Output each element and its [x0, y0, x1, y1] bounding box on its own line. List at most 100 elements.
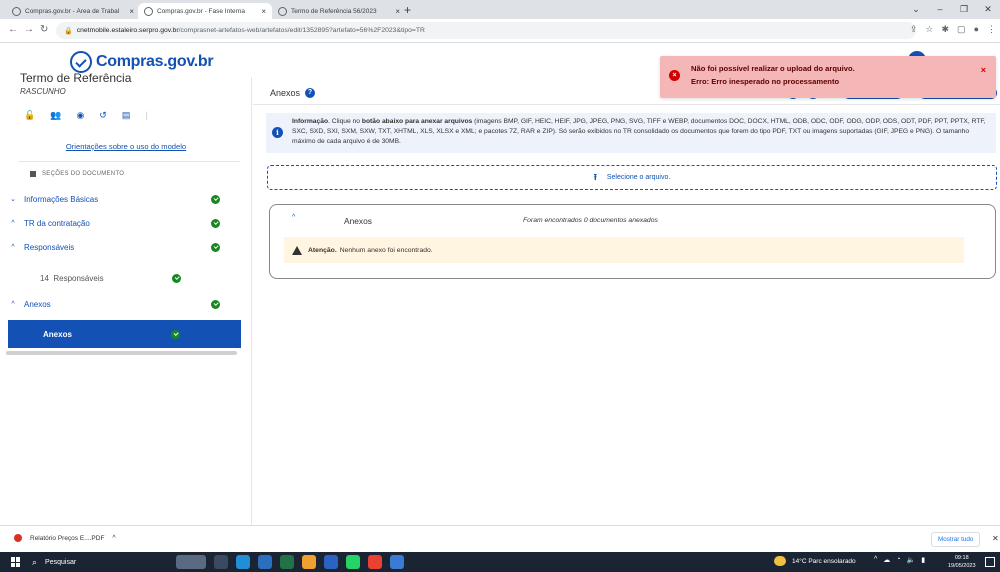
cloud-icon[interactable]: ☁	[883, 556, 890, 564]
attachments-title: Anexos	[344, 216, 372, 226]
minimize-icon[interactable]: –	[928, 0, 952, 19]
page-title: Anexos ?	[270, 88, 316, 98]
file-upload-dropzone[interactable]: ⭱ Selecione o arquivo.	[267, 165, 997, 190]
sidebar-item-anexos[interactable]: ^ Anexos	[0, 297, 240, 311]
bookmark-star-icon[interactable]: ☆	[925, 24, 933, 35]
whatsapp-icon[interactable]	[346, 555, 360, 569]
back-icon[interactable]: ←	[8, 24, 18, 35]
pdf-file-icon	[14, 534, 22, 542]
sidebar-item-responsaveis[interactable]: ^ Responsáveis	[0, 240, 240, 254]
attachments-panel: ^ Anexos Foram encontrados 0 documentos …	[269, 204, 996, 279]
address-bar: ← → ↻ 🔒 cnetmobile.estaleiro.serpro.gov.…	[0, 19, 1000, 43]
info-label: Informação	[292, 118, 329, 125]
help-icon[interactable]: ?	[305, 88, 316, 98]
close-tab-icon[interactable]: ×	[395, 7, 400, 16]
lock-icon: 🔒	[64, 27, 73, 35]
document-status: RASCUNHO	[20, 87, 66, 96]
close-tab-icon[interactable]: ×	[129, 7, 134, 16]
close-tab-icon[interactable]: ×	[261, 7, 266, 16]
site-logo[interactable]: Compras.gov.br	[70, 51, 214, 73]
lock-icon[interactable]: 🔓	[24, 110, 35, 121]
document-icon[interactable]	[390, 555, 404, 569]
sidebar-item-label: Informações Básicas	[24, 194, 99, 204]
show-all-button[interactable]: Mostrar tudo	[931, 532, 981, 547]
search-icon: ⌕	[32, 556, 38, 567]
weather-widget[interactable]: 14°C Parc ensolarado	[774, 556, 856, 566]
chevron-up-icon[interactable]: ^	[112, 535, 115, 542]
forward-icon[interactable]: →	[24, 24, 34, 35]
sidebar-scrollbar[interactable]	[6, 351, 237, 355]
network-icon[interactable]: ◔	[896, 556, 900, 564]
users-icon[interactable]: 👥	[50, 110, 61, 121]
sidebar-item-label: Responsáveis	[24, 242, 75, 252]
windows-start-icon[interactable]	[11, 557, 21, 567]
eye-icon[interactable]: ◉	[76, 110, 84, 121]
close-icon[interactable]: ×	[981, 65, 986, 75]
tab-search-icon[interactable]: ⌄	[904, 0, 928, 19]
url-input[interactable]: 🔒 cnetmobile.estaleiro.serpro.gov.br /co…	[56, 22, 916, 39]
volume-icon[interactable]: 🔈	[907, 556, 916, 564]
file-icon[interactable]: ▤	[122, 110, 131, 121]
guide-link[interactable]: Orientações sobre o uso do modelo	[0, 142, 252, 151]
history-icon[interactable]: ↺	[99, 110, 107, 121]
browser-tab-active[interactable]: Compras.gov.br - Fase Interna ×	[138, 3, 272, 19]
tab-title: Termo de Referência 56/2023	[291, 7, 377, 15]
sidebar-item-tr-contratacao[interactable]: ^ TR da contratação	[0, 216, 240, 230]
taskbar-clock[interactable]: 09:18 19/05/2023	[948, 554, 976, 570]
info-bold-text: botão abaixo para anexar arquivos	[361, 118, 473, 125]
attachments-count: Foram encontrados 0 documentos anexados	[523, 217, 658, 224]
restore-icon[interactable]: ❐	[952, 0, 976, 19]
taskbar-search[interactable]: ⌕ Pesquisar	[32, 552, 172, 572]
browser-tab[interactable]: Compras.gov.br - Área de Trabal ×	[6, 3, 140, 19]
menu-icon[interactable]: ⋮	[987, 24, 996, 35]
clock-date: 19/05/2023	[948, 563, 976, 569]
chevron-up-icon: ^	[11, 219, 15, 227]
sidebar-subitem-anexos-active[interactable]: Anexos	[8, 320, 241, 348]
tray-chevron-icon[interactable]: ^	[874, 556, 877, 564]
clock-time: 09:18	[954, 555, 969, 561]
task-view-icon[interactable]	[214, 555, 228, 569]
close-icon[interactable]: ✕	[992, 534, 999, 543]
warning-label: Atenção.	[308, 246, 337, 254]
sidebar-item-label: Anexos	[24, 299, 51, 309]
upload-label: Selecione o arquivo.	[606, 174, 671, 181]
window-controls: ⌄ – ❐ ✕	[904, 0, 1000, 19]
sidebar-subitem-responsaveis[interactable]: 14 Responsáveis	[0, 272, 240, 286]
info-icon: i	[272, 127, 283, 138]
divider: |	[145, 110, 148, 120]
sidebar-item-label: Anexos	[43, 330, 72, 339]
profile-icon[interactable]: ●	[974, 24, 979, 35]
excel-icon[interactable]	[280, 555, 294, 569]
check-circle-icon	[172, 274, 181, 283]
explorer-icon[interactable]	[302, 555, 316, 569]
browser-tab-bar: Compras.gov.br - Área de Trabal × Compra…	[0, 0, 1000, 19]
download-item[interactable]: Relatório Preços E....PDF ^	[14, 534, 116, 542]
error-message: Não foi possível realizar o upload do ar…	[691, 64, 855, 73]
error-detail: Erro: Erro inesperado no processamento	[691, 77, 840, 86]
notifications-icon[interactable]	[985, 557, 995, 567]
sidebar-item-informacoes-basicas[interactable]: ⌄ Informações Básicas	[0, 192, 240, 206]
widget-icon[interactable]	[176, 555, 206, 569]
browser-tab[interactable]: Termo de Referência 56/2023 ×	[272, 3, 406, 19]
store-icon[interactable]	[258, 555, 272, 569]
reload-icon[interactable]: ↻	[40, 24, 48, 35]
sidepanel-icon[interactable]: ▢	[957, 24, 966, 35]
battery-icon[interactable]: ▮	[921, 556, 925, 564]
url-path: /comprasnet-artefatos-web/artefatos/edit…	[178, 27, 425, 34]
extensions-icon[interactable]: ✱	[942, 24, 950, 35]
weather-text: 14°C Parc ensolarado	[792, 557, 856, 565]
warning-icon	[292, 245, 302, 255]
new-tab-icon[interactable]: +	[404, 3, 411, 17]
share-icon[interactable]: ⇪	[910, 24, 918, 35]
word-icon[interactable]	[324, 555, 338, 569]
upload-icon: ⭱	[593, 171, 597, 182]
sidebar-item-label: TR da contratação	[24, 218, 90, 228]
edge-icon[interactable]	[236, 555, 250, 569]
site-favicon-icon	[144, 6, 153, 16]
warning-alert: Atenção. Nenhum anexo foi encontrado.	[284, 237, 964, 263]
chevron-up-icon[interactable]: ^	[292, 214, 295, 221]
chrome-icon[interactable]	[368, 555, 382, 569]
download-filename: Relatório Preços E....PDF	[30, 534, 105, 542]
close-window-icon[interactable]: ✕	[976, 0, 1000, 19]
weather-icon	[774, 556, 786, 566]
